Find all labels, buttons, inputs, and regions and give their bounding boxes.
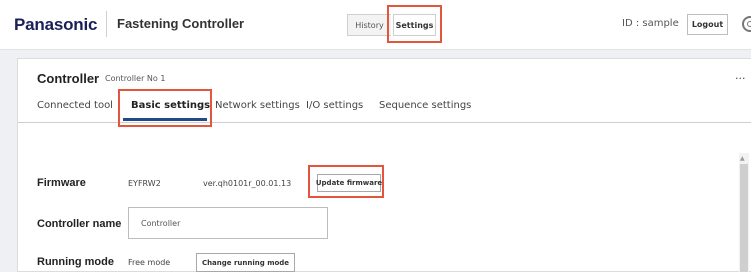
gear-icon[interactable] — [742, 16, 751, 32]
history-button[interactable]: History — [347, 14, 391, 36]
tabs-divider — [18, 122, 751, 123]
firmware-model: EYFRW2 — [128, 179, 161, 188]
brand-logo: Panasonic — [14, 15, 98, 34]
scrollbar-thumb[interactable] — [740, 164, 748, 272]
scroll-up-icon[interactable]: ▲ — [740, 155, 745, 162]
controller-name-input[interactable]: Controller — [128, 207, 328, 239]
app-title: Fastening Controller — [117, 16, 245, 31]
controller-title: Controller — [37, 71, 100, 86]
update-firmware-button[interactable]: Update firmware — [316, 174, 382, 192]
running-mode-label: Running mode — [37, 256, 114, 268]
logout-button[interactable]: Logout — [687, 14, 728, 35]
top-header: Panasonic Fastening Controller History S… — [0, 0, 751, 50]
tab-network-settings[interactable]: Network settings — [215, 100, 300, 111]
tab-io-settings[interactable]: I/O settings — [306, 100, 363, 111]
firmware-version: ver.qh0101r_00.01.13 — [203, 179, 292, 188]
settings-button[interactable]: Settings — [393, 14, 436, 36]
more-options-icon[interactable]: ... — [735, 69, 746, 82]
active-tab-underline — [123, 118, 207, 121]
controller-name-label: Controller name — [37, 218, 122, 230]
running-mode-value: Free mode — [128, 258, 171, 267]
controller-panel — [17, 58, 751, 272]
tab-connected-tool[interactable]: Connected tool — [37, 100, 113, 111]
firmware-label: Firmware — [37, 177, 86, 189]
controller-subtitle: Controller No 1 — [105, 74, 166, 83]
change-running-mode-button[interactable]: Change running mode — [196, 253, 295, 272]
tab-basic-settings[interactable]: Basic settings — [131, 100, 210, 111]
user-id: ID : sample — [622, 18, 679, 29]
tab-sequence-settings[interactable]: Sequence settings — [379, 100, 471, 111]
header-divider — [106, 11, 107, 37]
